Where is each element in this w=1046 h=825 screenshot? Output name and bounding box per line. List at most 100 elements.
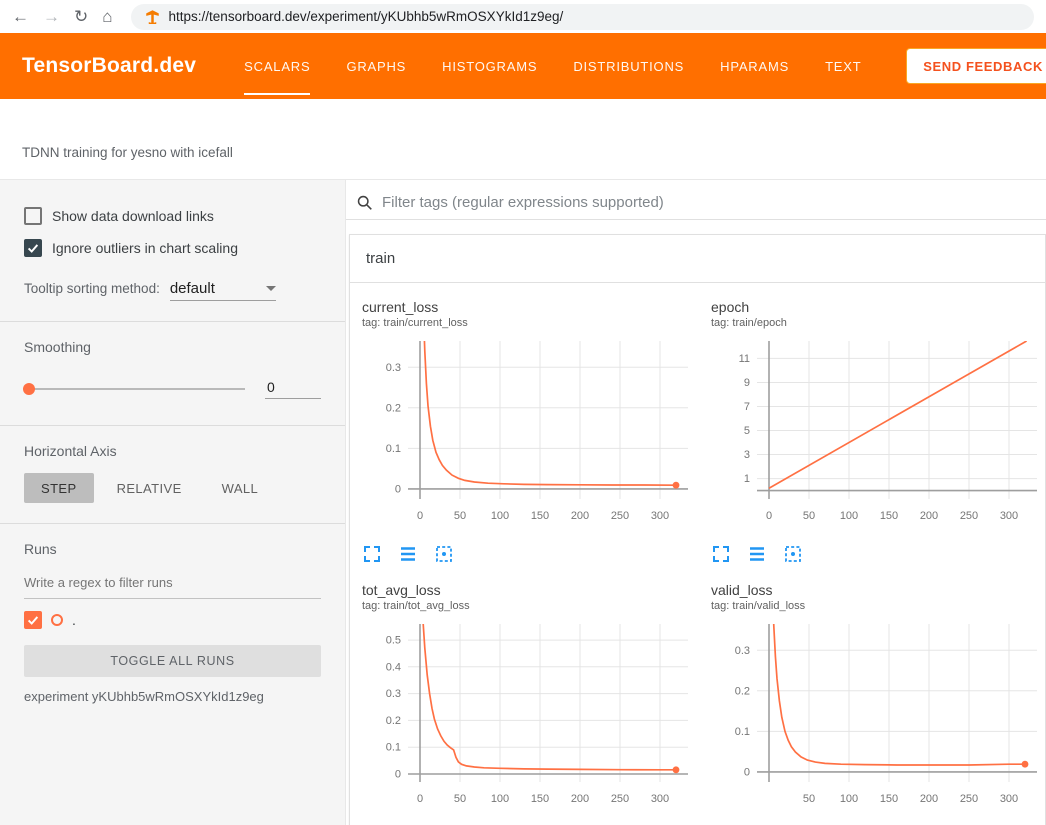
svg-text:7: 7 <box>744 401 750 413</box>
app-logo: TensorBoard.dev <box>22 54 196 78</box>
show-download-checkbox[interactable] <box>24 207 42 225</box>
tab-distributions[interactable]: DISTRIBUTIONS <box>573 33 684 99</box>
svg-text:1: 1 <box>744 473 750 485</box>
svg-text:100: 100 <box>491 793 509 805</box>
svg-text:300: 300 <box>1000 510 1018 522</box>
svg-text:100: 100 <box>840 510 858 522</box>
svg-text:150: 150 <box>880 510 898 522</box>
divider <box>0 425 345 426</box>
svg-text:0: 0 <box>744 766 750 778</box>
run-checkbox[interactable] <box>24 611 42 629</box>
horizontal-axis-label: Horizontal Axis <box>24 443 321 459</box>
fit-domain-icon[interactable] <box>783 544 803 564</box>
divider <box>0 321 345 322</box>
expand-icon[interactable] <box>362 544 382 564</box>
svg-text:0.3: 0.3 <box>386 362 401 374</box>
chevron-down-icon <box>266 286 276 291</box>
chart-tag: tag: train/valid_loss <box>711 600 1046 612</box>
svg-text:250: 250 <box>960 793 978 805</box>
svg-text:0.2: 0.2 <box>735 685 750 697</box>
chart-current_loss: current_loss tag: train/current_loss 0 0.1 0… <box>362 299 703 568</box>
tag-group-header[interactable]: train <box>350 235 1045 283</box>
forward-icon[interactable]: → <box>43 8 60 25</box>
svg-text:0: 0 <box>417 510 423 522</box>
svg-text:3: 3 <box>744 449 750 461</box>
chart-tag: tag: train/tot_avg_loss <box>362 600 703 612</box>
horizontal-axis-options: STEPRELATIVEWALL <box>24 473 321 503</box>
tag-group-title: train <box>366 250 395 267</box>
run-color-swatch <box>51 614 63 626</box>
chart-tag: tag: train/current_loss <box>362 317 703 329</box>
svg-text:100: 100 <box>491 510 509 522</box>
tab-hparams[interactable]: HPARAMS <box>720 33 789 99</box>
ignore-outliers-label: Ignore outliers in chart scaling <box>52 240 238 256</box>
runs-label: Runs <box>24 541 321 557</box>
chart-plot[interactable]: 1357911050100150200250300 <box>711 335 1043 533</box>
reload-icon[interactable]: ↻ <box>74 8 88 25</box>
svg-text:150: 150 <box>531 510 549 522</box>
svg-text:200: 200 <box>920 510 938 522</box>
back-icon[interactable]: ← <box>12 8 29 25</box>
svg-text:50: 50 <box>454 510 466 522</box>
expand-icon[interactable] <box>711 544 731 564</box>
tab-graphs[interactable]: GRAPHS <box>346 33 406 99</box>
chart-toolbar <box>362 544 703 568</box>
chart-plot[interactable]: 00.10.20.30.40.5050100150200250300 <box>362 618 694 816</box>
tab-histograms[interactable]: HISTOGRAMS <box>442 33 537 99</box>
fit-domain-icon[interactable] <box>434 544 454 564</box>
address-bar[interactable]: https://tensorboard.dev/experiment/yKUbh… <box>131 4 1034 30</box>
axis-option-relative[interactable]: RELATIVE <box>100 473 199 503</box>
tag-group-card: train current_loss tag: train/current_los… <box>349 234 1046 825</box>
axis-option-step[interactable]: STEP <box>24 473 94 503</box>
ignore-outliers-checkbox[interactable] <box>24 239 42 257</box>
axis-option-wall[interactable]: WALL <box>205 473 276 503</box>
svg-text:50: 50 <box>803 793 815 805</box>
svg-text:11: 11 <box>739 353 750 365</box>
tag-filter-row <box>346 180 1046 220</box>
send-feedback-button[interactable]: SEND FEEDBACK <box>906 48 1046 84</box>
svg-text:300: 300 <box>1000 793 1018 805</box>
smoothing-slider[interactable] <box>24 388 245 390</box>
browser-chrome: ← → ↻ ⌂ https://tensorboard.dev/experime… <box>0 0 1046 33</box>
svg-text:0.2: 0.2 <box>386 715 401 727</box>
chart-tag: tag: train/epoch <box>711 317 1046 329</box>
home-icon[interactable]: ⌂ <box>102 8 112 25</box>
divider <box>0 523 345 524</box>
run-row[interactable]: . <box>24 611 321 629</box>
runs-filter-input[interactable] <box>24 569 321 599</box>
svg-text:0: 0 <box>395 769 401 781</box>
toggle-all-runs-button[interactable]: TOGGLE ALL RUNS <box>24 645 321 677</box>
tooltip-sorting-select[interactable]: default <box>170 280 276 301</box>
tag-filter-input[interactable] <box>382 194 1046 211</box>
svg-text:100: 100 <box>840 793 858 805</box>
tensorboard-favicon <box>145 9 160 24</box>
tab-scalars[interactable]: SCALARS <box>244 33 310 99</box>
svg-text:0.2: 0.2 <box>386 402 401 414</box>
chart-title: epoch <box>711 299 1046 315</box>
experiment-caption: experiment yKUbhb5wRmOSXYkId1z9eg <box>24 689 321 704</box>
tab-text[interactable]: TEXT <box>825 33 861 99</box>
chart-plot[interactable]: 00.10.20.3050100150200250300 <box>362 335 694 533</box>
experiment-strip: TDNN training for yesno with icefall <box>0 99 1046 180</box>
url-text: https://tensorboard.dev/experiment/yKUbh… <box>169 9 564 24</box>
svg-text:0.1: 0.1 <box>386 742 401 754</box>
svg-text:0.1: 0.1 <box>735 726 750 738</box>
svg-text:300: 300 <box>651 510 669 522</box>
run-name: . <box>72 612 76 628</box>
smoothing-value[interactable]: 0 <box>265 379 321 399</box>
chart-tot_avg_loss: tot_avg_losstag: train/tot_avg_loss00.10… <box>362 582 703 825</box>
content-area: Show data download links Ignore outliers… <box>0 180 1046 825</box>
svg-text:250: 250 <box>960 510 978 522</box>
svg-text:0.3: 0.3 <box>386 688 401 700</box>
svg-text:0.1: 0.1 <box>386 443 401 455</box>
chart-title: current_loss <box>362 299 703 315</box>
smoothing-slider-thumb[interactable] <box>23 383 35 395</box>
svg-text:200: 200 <box>571 793 589 805</box>
chart-plot[interactable]: 00.10.20.350100150200250300 <box>711 618 1043 816</box>
chart-epoch: epochtag: train/epoch1357911050100150200… <box>711 299 1046 568</box>
log-scale-icon[interactable] <box>747 544 767 564</box>
charts-grid: current_loss tag: train/current_loss 0 0.1 0… <box>350 283 1045 825</box>
experiment-title: TDNN training for yesno with icefall <box>22 145 1046 160</box>
svg-text:5: 5 <box>744 425 750 437</box>
log-scale-icon[interactable] <box>398 544 418 564</box>
